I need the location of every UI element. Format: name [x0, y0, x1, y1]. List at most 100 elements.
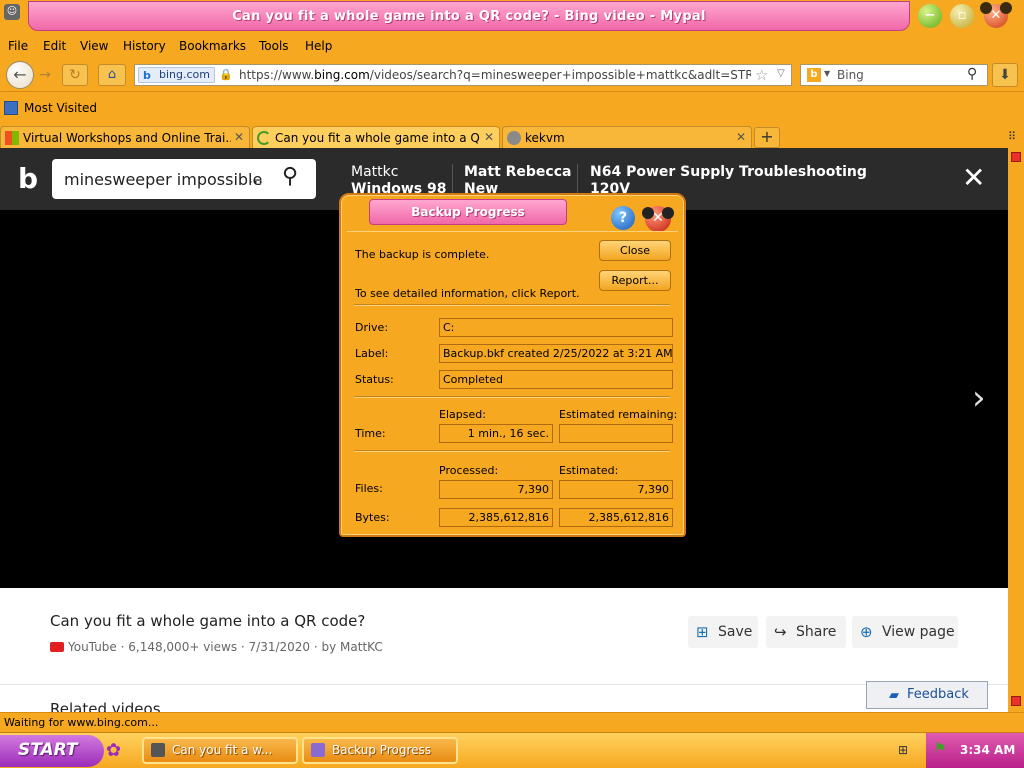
vertical-scrollbar[interactable]: [1008, 148, 1024, 712]
close-video-icon[interactable]: ✕: [962, 164, 985, 192]
tab-close-icon[interactable]: ✕: [484, 130, 494, 144]
download-arrow-icon: ⬇: [999, 67, 1011, 83]
help-button[interactable]: ?: [611, 206, 635, 230]
start-flower-icon: ✿: [106, 740, 122, 761]
new-tab-button[interactable]: +: [754, 127, 780, 148]
home-button[interactable]: ⌂: [98, 64, 126, 86]
home-icon: ⌂: [107, 67, 117, 82]
url-path: /videos/search?q=minesweeper+impossible+…: [369, 68, 751, 82]
url-text[interactable]: https://www.bing.com/videos/search?q=min…: [239, 68, 751, 82]
files-processed: 7,390: [439, 480, 553, 499]
dialog-close-button[interactable]: ✕: [642, 206, 674, 232]
close-window-button[interactable]: ✕: [980, 2, 1012, 28]
bing-search-input[interactable]: minesweeper impossible: [64, 170, 262, 189]
system-tray: ⚑ 3:34 AM: [926, 733, 1024, 768]
bytes-processed: 2,385,612,816: [439, 508, 553, 527]
plus-icon: +: [760, 127, 774, 146]
share-icon: ↪: [774, 623, 787, 641]
bytes-label: Bytes:: [355, 511, 390, 524]
menu-bookmarks[interactable]: Bookmarks: [179, 39, 246, 53]
related-line1: N64 Power Supply Troubleshooting: [590, 164, 867, 180]
tab-virtual-workshops[interactable]: Virtual Workshops and Online Trai... ✕: [0, 126, 250, 148]
url-bar[interactable]: b bing.com 🔒 https://www.bing.com/videos…: [134, 64, 792, 86]
save-button[interactable]: ⊞ Save: [688, 616, 758, 648]
search-icon[interactable]: ⚲: [282, 164, 298, 189]
start-button[interactable]: START: [0, 735, 104, 767]
tab-qr-code-video[interactable]: Can you fit a whole game into a Q... ✕: [252, 126, 500, 148]
app-icon[interactable]: ☺: [4, 4, 20, 20]
back-button[interactable]: ←: [6, 61, 34, 89]
tab-list-icon[interactable]: ⠿: [1008, 130, 1016, 143]
estimated-header: Estimated:: [559, 464, 619, 477]
divider: [354, 396, 670, 398]
maximize-icon: ▫: [957, 8, 967, 23]
video-title[interactable]: Can you fit a whole game into a QR code?: [50, 612, 365, 630]
tab-close-icon[interactable]: ✕: [736, 130, 746, 144]
backup-progress-dialog: Backup Progress ? ✕ The backup is comple…: [339, 193, 686, 537]
search-bar[interactable]: b ▼ Bing ⚲: [800, 64, 988, 86]
menu-view[interactable]: View: [80, 39, 108, 53]
clock[interactable]: 3:34 AM: [960, 743, 1015, 757]
ear-left-icon: [642, 207, 654, 219]
processed-header: Processed:: [439, 464, 499, 477]
ear-left-icon: [980, 2, 992, 14]
bookmarks-toolbar: Most Visited: [0, 98, 1024, 120]
menu-file[interactable]: File: [8, 39, 28, 53]
close-button[interactable]: Close: [599, 240, 671, 261]
menu-history[interactable]: History: [123, 39, 166, 53]
search-icon[interactable]: ⚲: [967, 66, 977, 82]
elapsed-value: 1 min., 16 sec.: [439, 424, 553, 443]
taskbar-browser-button[interactable]: Can you fit a w...: [142, 737, 298, 764]
downloads-button[interactable]: ⬇: [992, 63, 1018, 87]
scroll-down-icon[interactable]: [1011, 696, 1021, 706]
menu-help[interactable]: Help: [305, 39, 332, 53]
navigation-toolbar: ← → ↻ ⌂ b bing.com 🔒 https://www.bing.co…: [0, 58, 1024, 92]
taskbar-backup-button[interactable]: Backup Progress: [302, 737, 458, 764]
share-button[interactable]: ↪ Share: [766, 616, 846, 648]
forward-arrow-icon: →: [39, 67, 51, 83]
window-titlebar[interactable]: ☺ Can you fit a whole game into a QR cod…: [0, 0, 1024, 36]
minimize-button[interactable]: −: [918, 4, 942, 28]
menu-edit[interactable]: Edit: [43, 39, 66, 53]
maximize-button[interactable]: ▫: [950, 4, 974, 28]
report-button[interactable]: Report...: [599, 270, 671, 291]
scroll-up-icon[interactable]: [1011, 152, 1021, 162]
dialog-title: Backup Progress: [369, 199, 567, 225]
video-source[interactable]: YouTube: [68, 640, 117, 654]
menu-tools[interactable]: Tools: [259, 39, 289, 53]
drive-label: Drive:: [355, 321, 389, 334]
feedback-button[interactable]: ▰ Feedback: [866, 681, 988, 709]
tab-title: kekvm: [525, 131, 565, 145]
tab-close-icon[interactable]: ✕: [234, 130, 244, 144]
search-ellipsis: ...: [248, 168, 264, 187]
forward-button[interactable]: →: [36, 66, 54, 84]
url-domain: bing.com: [314, 68, 370, 82]
bing-favicon-icon: b: [143, 69, 151, 82]
bing-logo-icon[interactable]: b: [18, 162, 38, 195]
files-estimated: 7,390: [559, 480, 673, 499]
chevron-down-icon[interactable]: ▼: [824, 69, 830, 78]
loading-spinner-icon: [257, 131, 271, 145]
search-input[interactable]: Bing: [837, 68, 864, 82]
site-identity[interactable]: b bing.com: [138, 67, 215, 83]
bing-search-box[interactable]: minesweeper impossible ... ⚲: [52, 159, 316, 199]
chevron-right-icon[interactable]: ›: [972, 378, 986, 418]
ear-right-icon: [1000, 2, 1012, 14]
tab-kekvm[interactable]: kekvm ✕: [502, 126, 752, 148]
search-engine-icon[interactable]: b: [807, 68, 821, 82]
back-arrow-icon: ←: [13, 65, 27, 84]
tray-app-icon[interactable]: ⚑: [934, 741, 947, 757]
title-pill: Can you fit a whole game into a QR code?…: [28, 1, 910, 31]
related-line1: Mattkc: [351, 164, 399, 180]
reload-button[interactable]: ↻: [62, 64, 88, 86]
label-value: Backup.bkf created 2/25/2022 at 3:21 AM: [439, 344, 673, 363]
window-title: Can you fit a whole game into a QR code?…: [232, 9, 706, 24]
network-tray-icon[interactable]: ⊞: [898, 743, 908, 757]
status-value: Completed: [439, 370, 673, 389]
url-dropdown-icon[interactable]: ▽: [777, 68, 785, 79]
view-page-button[interactable]: ⊕ View page: [852, 616, 958, 648]
most-visited-link[interactable]: Most Visited: [24, 101, 97, 115]
taskbar-browser-label: Can you fit a w...: [172, 743, 273, 757]
bookmark-star-icon[interactable]: ☆: [755, 66, 768, 84]
bytes-estimated: 2,385,612,816: [559, 508, 673, 527]
